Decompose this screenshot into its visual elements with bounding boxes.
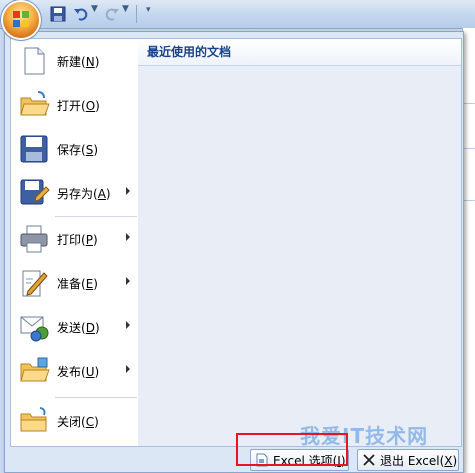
- options-document-icon: [256, 453, 268, 467]
- submenu-arrow-icon: [126, 233, 130, 241]
- open-folder-icon: [20, 91, 50, 116]
- save-icon[interactable]: [50, 6, 66, 22]
- menu-item-new[interactable]: 新建(N): [11, 39, 138, 83]
- printer-icon: [20, 225, 48, 253]
- office-button[interactable]: [3, 2, 39, 38]
- watermark-text: 我爱IT技术网: [300, 424, 429, 448]
- close-folder-icon: [20, 407, 47, 432]
- recent-documents-title: 最近使用的文档: [138, 39, 461, 66]
- office-menu: 新建(N) 打开(O) 保存(S) 另存为(A) 打印(P) 准备(E) 发送(…: [4, 31, 464, 473]
- close-x-icon: [363, 454, 375, 466]
- submenu-arrow-icon: [126, 365, 130, 373]
- publish-folder-icon: [20, 357, 50, 382]
- save-disk-icon: [20, 135, 48, 163]
- menu-command-list: 新建(N) 打开(O) 保存(S) 另存为(A) 打印(P) 准备(E) 发送(…: [10, 38, 139, 447]
- toolbar-separator: [136, 5, 137, 23]
- menu-item-save-as[interactable]: 另存为(A): [11, 171, 138, 215]
- customize-toolbar-icon[interactable]: ▾: [146, 5, 151, 15]
- quick-access-toolbar: ▼ ▼ ▾: [0, 0, 475, 29]
- menu-divider: [55, 397, 137, 398]
- menu-item-close[interactable]: 关闭(C): [11, 399, 138, 443]
- submenu-arrow-icon: [126, 321, 130, 329]
- excel-options-button[interactable]: Excel 选项(I): [250, 449, 349, 471]
- menu-item-save[interactable]: 保存(S): [11, 127, 138, 171]
- redo-dropdown-icon[interactable]: ▼: [122, 4, 129, 14]
- send-mail-icon: [20, 316, 49, 342]
- menu-item-prepare[interactable]: 准备(E): [11, 261, 138, 305]
- exit-excel-button[interactable]: 退出 Excel(X): [357, 449, 459, 471]
- office-logo-icon: [13, 11, 29, 27]
- new-document-icon: [24, 47, 45, 75]
- menu-item-publish[interactable]: 发布(U): [11, 349, 138, 393]
- prepare-pen-icon: [22, 270, 48, 297]
- recent-documents-panel: 最近使用的文档: [138, 38, 462, 447]
- undo-dropdown-icon[interactable]: ▼: [91, 4, 98, 14]
- submenu-arrow-icon: [126, 277, 130, 285]
- menu-item-send[interactable]: 发送(D): [11, 305, 138, 349]
- menu-item-open[interactable]: 打开(O): [11, 83, 138, 127]
- save-as-icon: [20, 179, 50, 205]
- menu-item-print[interactable]: 打印(P): [11, 217, 138, 261]
- submenu-arrow-icon: [126, 187, 130, 195]
- redo-icon[interactable]: [104, 6, 120, 22]
- undo-icon[interactable]: [73, 6, 89, 22]
